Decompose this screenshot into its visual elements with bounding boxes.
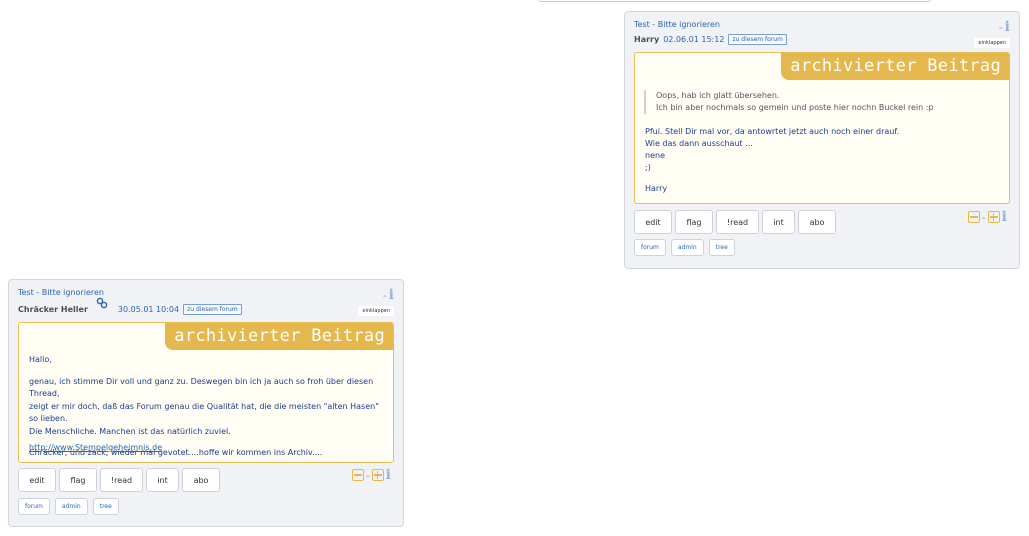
archived-banner: archivierter Beitrag [165,323,393,350]
archived-banner: archivierter Beitrag [781,53,1009,80]
post-tools: - i [967,209,1007,225]
quote-line: Ich bin aber nochmals so gemein und post… [656,103,934,112]
info-icon[interactable]: i [1005,19,1010,35]
flag-button[interactable]: flag [59,468,97,492]
dash-icon: - [382,288,387,302]
flag-button[interactable]: flag [675,210,713,234]
website-link[interactable]: http://www.Stempelgeheimnis.de [29,443,162,452]
dash-icon: - [998,20,1003,34]
text-line: Wie das dann ausschaut ... [645,139,753,148]
nav-chips: forum admin tree [18,498,119,515]
collapse-minus-icon[interactable] [351,469,364,481]
tree-link[interactable]: tree [708,239,735,256]
int-button[interactable]: int [146,468,179,492]
text-line: nene [645,151,665,160]
text-line: Hallo, [29,355,52,364]
post-tools: - i [351,467,391,483]
edit-button[interactable]: edit [634,210,672,234]
top-divider [538,0,931,2]
post-author: Harry [634,35,660,44]
mark-unread-button[interactable]: !read [716,210,759,234]
admin-link[interactable]: admin [670,239,704,256]
post-meta: Chräcker Heller 30.05.01 10:04 zu diesem… [18,297,242,317]
quote-line: Oops, hab ich glatt übersehen. [656,91,780,100]
forum-link[interactable]: forum [634,239,666,256]
subscribe-button[interactable]: abo [798,210,836,234]
post-header-icons: - i [999,19,1010,35]
collapse-button[interactable]: einklappen [358,306,394,316]
dash-icon: - [981,210,986,224]
message-body: archivierter Beitrag Hallo, genau, ich s… [18,322,394,463]
action-buttons: edit flag !read int abo [634,210,836,234]
int-button[interactable]: int [762,210,795,234]
post-title-link[interactable]: Test - Bitte ignorieren [18,288,104,297]
admin-link[interactable]: admin [54,498,88,515]
to-forum-link[interactable]: zu diesem forum [728,34,787,45]
post-date[interactable]: 30.05.01 10:04 [118,305,179,314]
forum-post: Test - Bitte ignorieren - i Chräcker Hel… [8,279,404,527]
info-icon[interactable]: i [386,467,391,483]
post-title-link[interactable]: Test - Bitte ignorieren [634,20,720,29]
subscribe-button[interactable]: abo [182,468,220,492]
message-body: archivierter Beitrag Oops, hab ich glatt… [634,52,1010,204]
expand-plus-icon[interactable] [371,469,384,481]
message-text: Pfui. Stell Dir mal vor, da antowrtet je… [645,126,899,174]
nav-chips: forum admin tree [634,239,735,256]
mark-unread-button[interactable]: !read [100,468,143,492]
text-line: genau, ich stimme Dir voll und ganz zu. … [29,376,374,399]
forum-link[interactable]: forum [18,498,50,515]
post-meta: Harry 02.06.01 15:12 zu diesem forum [634,34,787,45]
collapse-minus-icon[interactable] [967,211,980,223]
signature: Harry [645,184,668,193]
collapse-button[interactable]: einklappen [974,38,1010,48]
forum-post: Test - Bitte ignorieren - i Harry 02.06.… [624,11,1020,269]
post-header-icons: - i [383,287,394,303]
post-author: Chräcker Heller [18,305,88,314]
to-forum-link[interactable]: zu diesem forum [183,304,242,315]
text-line: Die Menschliche. Manchen ist das natürli… [29,426,231,436]
dash-icon: - [365,468,370,482]
text-line: Pfui. Stell Dir mal vor, da antowrtet je… [645,127,900,136]
link-icon-svg [96,297,108,309]
info-icon[interactable]: i [389,287,394,303]
edit-button[interactable]: edit [18,468,56,492]
post-date[interactable]: 02.06.01 15:12 [663,35,724,44]
tree-link[interactable]: tree [92,498,119,515]
expand-plus-icon[interactable] [987,211,1000,223]
text-line: zeigt er mir doch, daß das Forum genau d… [29,401,379,424]
info-icon[interactable]: i [1002,209,1007,225]
link-icon[interactable] [96,297,108,312]
text-line: ;) [645,163,651,172]
action-buttons: edit flag !read int abo [18,468,220,492]
quoted-text: Oops, hab ich glatt übersehen. Ich bin a… [644,90,933,114]
